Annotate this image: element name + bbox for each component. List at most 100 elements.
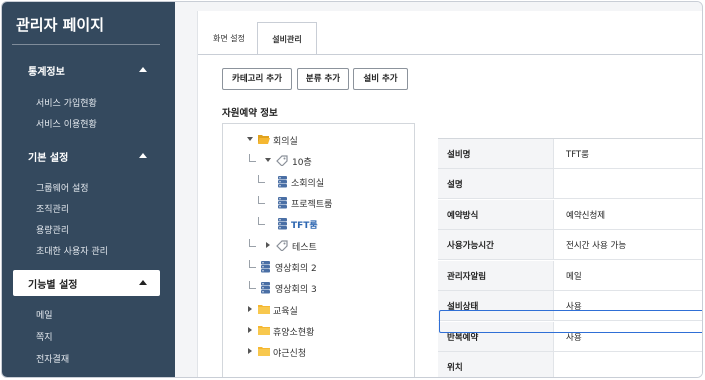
detail-row: 관리자알림 메일: [438, 261, 702, 291]
sidebar-section-basic[interactable]: 기본 설정: [2, 143, 175, 169]
detail-label: 관리자알림: [447, 272, 487, 282]
sidebar-item-organization[interactable]: 조직관리: [36, 202, 69, 215]
tree-connector: [258, 196, 265, 204]
sidebar-section-label: 기능별 설정: [28, 280, 78, 291]
tree-node-test[interactable]: 테스트: [249, 239, 399, 253]
equipment-icon: [278, 197, 287, 209]
detail-label-cell: 설명: [438, 169, 554, 198]
expand-right-icon[interactable]: [248, 306, 252, 312]
detail-label: 설비명: [447, 150, 471, 160]
tree-node-small-room[interactable]: 소회의실: [258, 175, 408, 189]
detail-label: 예약방식: [447, 211, 479, 221]
sidebar: 관리자 페이지 통계정보 서비스 가입현황 서비스 이용현황 기본 설정 그룹웨…: [2, 2, 175, 377]
tree-node-floor10[interactable]: 10층: [249, 154, 399, 168]
tree-node-training-room[interactable]: 교육실: [247, 303, 397, 317]
sidebar-item-mail[interactable]: 메일: [36, 308, 53, 321]
caret-up-icon: [139, 280, 147, 285]
detail-label-cell: 관리자알림: [438, 261, 554, 290]
sidebar-item-groupware[interactable]: 그룹웨어 설정: [36, 181, 89, 194]
tag-icon: [276, 155, 288, 166]
sidebar-section-stats[interactable]: 통계정보: [2, 57, 175, 83]
detail-label: 설명: [447, 180, 463, 190]
tree-node-label: TFT룸: [291, 221, 318, 231]
tree-node-project-room[interactable]: 프로젝트룸: [258, 196, 408, 210]
tree-connector: [249, 281, 256, 289]
tag-icon: [276, 240, 288, 251]
tree-node-label: 영상회의 3: [275, 285, 317, 295]
expand-down-icon[interactable]: [247, 137, 253, 141]
sidebar-title: 관리자 페이지: [16, 16, 105, 34]
tree-node-label: 10층: [292, 158, 312, 168]
tree-node-video2[interactable]: 영상회의 2: [249, 260, 399, 274]
expand-right-icon[interactable]: [266, 242, 270, 248]
tree-node-label: 휴양소현황: [273, 328, 315, 338]
detail-value: 예약신청제: [566, 211, 606, 221]
add-class-button[interactable]: 분류 추가: [297, 68, 349, 90]
detail-value: 전시간 사용 가능: [566, 241, 627, 251]
detail-row: 설비명 TFT룸: [438, 139, 702, 169]
tree-node-label: 테스트: [292, 243, 317, 253]
tree-connector: [249, 154, 256, 162]
sidebar-divider: [12, 44, 160, 45]
highlight-box: [439, 310, 702, 333]
detail-label: 위치: [447, 363, 463, 373]
tree-node-label: 야근신청: [273, 349, 307, 359]
tree-node-lounge[interactable]: 휴양소현황: [247, 324, 397, 338]
sidebar-item-memo[interactable]: 쪽지: [36, 330, 53, 343]
folder-icon: [258, 305, 270, 314]
detail-value: 메일: [566, 272, 582, 282]
tree-node-label: 회의실: [273, 137, 298, 147]
tree-node-label: 프로젝트룸: [291, 200, 333, 210]
tree-connector: [258, 175, 265, 183]
equipment-icon: [278, 218, 287, 230]
detail-label-cell: 설비명: [438, 139, 554, 168]
app-window: 관리자 페이지 통계정보 서비스 가입현황 서비스 이용현황 기본 설정 그룹웨…: [1, 1, 703, 378]
tree-node-label: 교육실: [273, 307, 298, 317]
detail-value: TFT룸: [566, 150, 589, 160]
detail-label-cell: 사용가능시간: [438, 230, 554, 259]
detail-label: 사용가능시간: [447, 241, 494, 251]
sidebar-section-features[interactable]: 기능별 설정: [13, 270, 160, 296]
caret-up-icon: [139, 153, 147, 158]
tab-equipment-management[interactable]: 설비관리: [257, 22, 317, 55]
tree-connector: [258, 217, 265, 225]
tree-node-overtime[interactable]: 야근신청: [247, 345, 397, 359]
tree-node-tft-room[interactable]: TFT룸: [258, 217, 408, 231]
expand-right-icon[interactable]: [248, 327, 252, 333]
equipment-icon: [261, 282, 270, 294]
equipment-icon: [261, 261, 270, 273]
detail-row: 설명: [438, 169, 702, 199]
expand-right-icon[interactable]: [248, 348, 252, 354]
tree-node-label: 소회의실: [291, 179, 325, 189]
tree-node-label: 영상회의 2: [275, 264, 317, 274]
tab-screen-settings[interactable]: 화면 설정: [202, 22, 256, 55]
tree-node-meeting-room[interactable]: 회의실: [247, 133, 397, 147]
detail-row: 사용가능시간 전시간 사용 가능: [438, 230, 702, 260]
caret-up-icon: [139, 67, 147, 72]
expand-down-icon[interactable]: [265, 158, 271, 162]
equipment-icon: [278, 176, 287, 188]
sidebar-section-label: 통계정보: [28, 67, 65, 78]
sidebar-item-storage[interactable]: 용량관리: [36, 223, 69, 236]
tree-node-video3[interactable]: 영상회의 3: [249, 281, 399, 295]
add-category-button[interactable]: 카테고리 추가: [222, 68, 292, 90]
detail-row: 위치: [438, 352, 702, 377]
main-content: 화면 설정 설비관리 카테고리 추가 분류 추가 설비 추가 자원예약 정보 회…: [175, 2, 702, 377]
folder-open-icon: [258, 135, 270, 144]
sidebar-section-label: 기본 설정: [28, 153, 69, 164]
detail-label-cell: 예약방식: [438, 200, 554, 229]
sidebar-item-usage-status[interactable]: 서비스 이용현황: [36, 117, 97, 130]
sidebar-item-invited-users[interactable]: 초대한 사용자 관리: [36, 244, 108, 257]
detail-row: 예약방식 예약신청제: [438, 200, 702, 230]
section-title: 자원예약 정보: [222, 108, 278, 119]
sidebar-item-signup-status[interactable]: 서비스 가입현황: [36, 96, 97, 109]
sidebar-item-approval[interactable]: 전자결재: [36, 352, 69, 365]
tree-connector: [249, 239, 256, 247]
folder-icon: [258, 326, 270, 335]
add-equipment-button[interactable]: 설비 추가: [353, 68, 408, 90]
detail-label-cell: 위치: [438, 352, 554, 377]
resource-tree: 회의실 10층 소회의실 프로젝트룸 TFT룸 테스트 영상회의 2 영상회의 …: [222, 123, 415, 377]
folder-icon: [258, 347, 270, 356]
tab-bar-line: [198, 54, 702, 55]
equipment-detail-table: 설비명 TFT룸 설명 예약방식 예약신청제 사용가능시간 전시간 사용 가능 …: [438, 138, 702, 377]
